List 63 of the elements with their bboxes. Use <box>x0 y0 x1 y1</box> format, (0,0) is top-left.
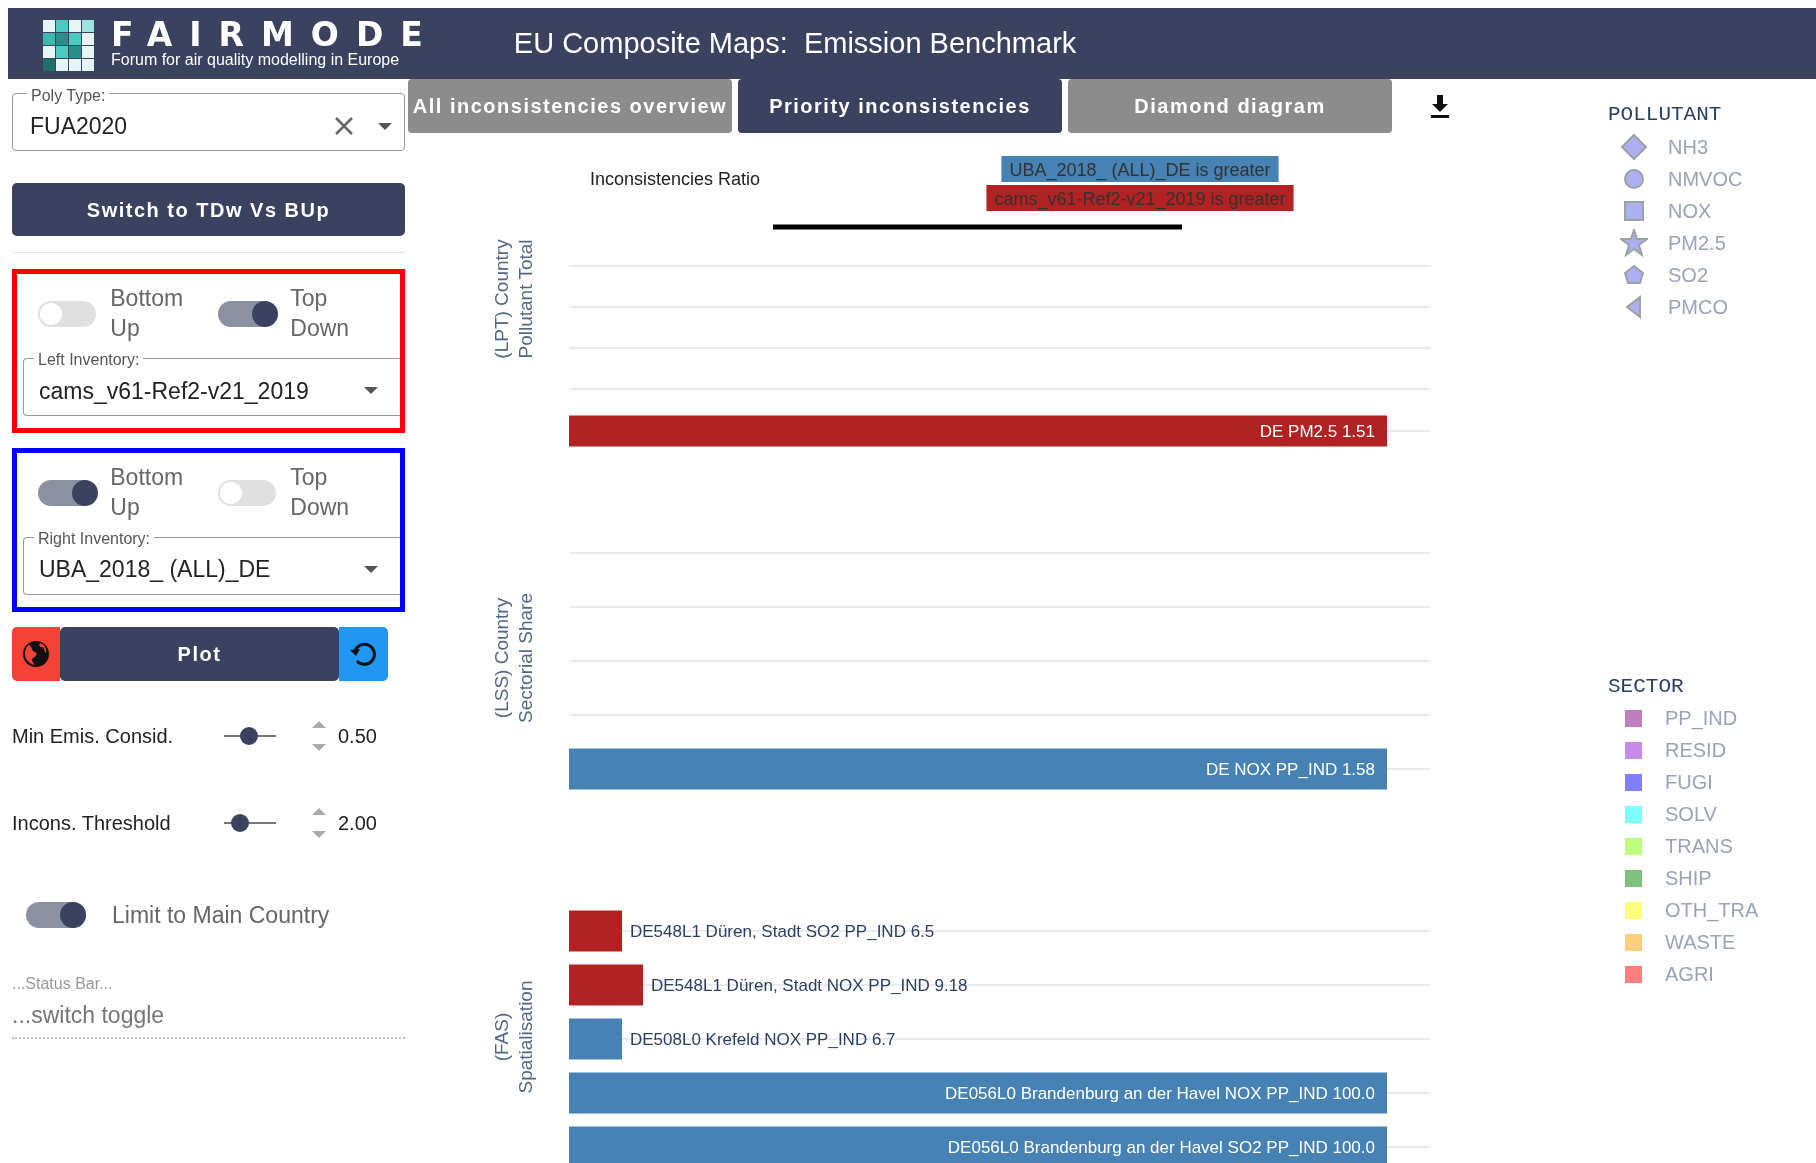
caret-icon[interactable] <box>364 387 378 395</box>
globe-icon <box>21 638 51 669</box>
bar-label: DE548L1 Düren, Stadt NOX PP_IND 9.18 <box>651 976 968 995</box>
bar-label: DE PM2.5 1.51 <box>1259 422 1375 441</box>
legend-title: POLLUTANT <box>1608 102 1723 128</box>
axis-title: (LSS) Country Sectorial Share <box>491 593 536 723</box>
slider-label: Min Emis. Consid. <box>12 723 175 749</box>
bar-label: DE NOX PP_IND 1.58 <box>1205 760 1375 779</box>
download-icon[interactable] <box>1428 93 1452 119</box>
star-icon <box>1620 228 1648 257</box>
toggle-switch[interactable] <box>218 300 277 327</box>
toggle-switch[interactable] <box>38 479 97 506</box>
legend-label[interactable]: NH3 <box>1668 131 1708 162</box>
legend-label[interactable]: PP_IND <box>1665 703 1738 733</box>
toggle-label: Bottom Up <box>110 462 185 522</box>
legend-label[interactable]: SHIP <box>1665 863 1712 893</box>
caret-icon[interactable] <box>364 566 378 574</box>
slider-value: 0.50 <box>338 723 377 749</box>
legend-label[interactable]: SOLV <box>1665 799 1717 829</box>
bar-label: DE548L1 Düren, Stadt SO2 PP_IND 6.5 <box>630 922 935 941</box>
bar-label: DE508L0 Krefeld NOX PP_IND 6.7 <box>630 1030 896 1049</box>
bar-label: DE056L0 Brandenburg an der Havel NOX PP_IND 100.0 <box>945 1084 1375 1103</box>
tab[interactable]: Priority inconsistencies <box>738 79 1062 133</box>
caret-icon[interactable] <box>378 122 392 130</box>
page-title: EU Composite Maps: Emission Benchmark <box>513 25 1077 61</box>
toggle-switch[interactable] <box>218 479 277 506</box>
status-label: ...Status Bar... <box>12 974 114 995</box>
tab[interactable]: All inconsistencies overview <box>408 79 732 133</box>
legend-label[interactable]: OTH_TRA <box>1665 895 1759 925</box>
toggle-switch[interactable] <box>26 901 86 928</box>
legend-label[interactable]: SO2 <box>1668 259 1709 290</box>
legend-label[interactable]: RESID <box>1665 735 1727 765</box>
bar-label: DE056L0 Brandenburg an der Havel SO2 PP_IND 100.0 <box>947 1138 1375 1157</box>
logo-subtitle: Forum for air quality modelling in Europe <box>111 51 401 69</box>
legend-title: SECTOR <box>1608 673 1685 700</box>
legend-label[interactable]: AGRI <box>1665 959 1714 989</box>
legend-label[interactable]: PM2.5 <box>1668 227 1726 258</box>
legend-label[interactable]: WASTE <box>1665 927 1736 957</box>
globe-button[interactable] <box>12 626 60 681</box>
tab[interactable]: Diamond diagram <box>1068 79 1392 133</box>
plot-button[interactable]: Plot <box>60 626 339 681</box>
toggle-label: Top Down <box>290 284 351 343</box>
legend-entry: cams_v61-Ref2-v21_2019 is greater <box>986 185 1294 211</box>
legend-label[interactable]: TRANS <box>1665 831 1733 861</box>
slider-value: 2.00 <box>338 810 377 836</box>
diamond-icon <box>1620 132 1648 161</box>
legend-label[interactable]: NOX <box>1668 195 1712 226</box>
legend-label[interactable]: PMCO <box>1668 291 1728 322</box>
toggle-label: Limit to Main Country <box>112 900 330 930</box>
legend-label[interactable]: FUGI <box>1665 767 1713 797</box>
clear-icon[interactable] <box>334 116 354 136</box>
switch-button[interactable]: Switch to TDw Vs BUp <box>12 183 405 236</box>
legend-label[interactable]: NMVOC <box>1668 163 1743 194</box>
legend-entry: UBA_2018_ (ALL)_DE is greater <box>1001 156 1279 182</box>
axis-title: (FAS) Spatialisation <box>491 980 536 1094</box>
toggle-switch[interactable] <box>38 300 97 327</box>
toggle-label: Bottom Up <box>110 284 185 343</box>
logo-title: FAIRMODE <box>111 18 440 52</box>
axis-title: (LPT) Country Pollutant Total <box>491 239 536 359</box>
slider-label: Incons. Threshold <box>12 810 172 836</box>
toggle-label: Top Down <box>290 462 351 522</box>
chart-title: Inconsistencies Ratio <box>590 169 761 189</box>
refresh-button[interactable] <box>339 626 388 681</box>
